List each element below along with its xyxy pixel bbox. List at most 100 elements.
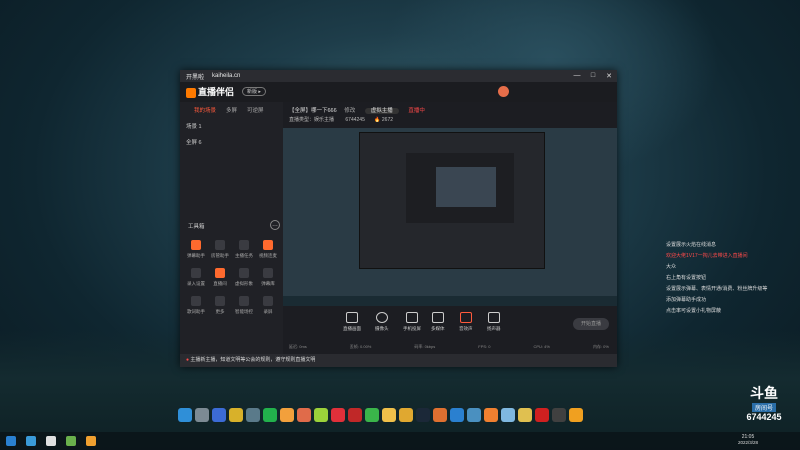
blue-icon[interactable]: [467, 408, 481, 422]
scene-title[interactable]: 场景 1: [180, 118, 283, 134]
tab-my-scenes[interactable]: 我的场景: [194, 106, 216, 114]
minimize-button[interactable]: —: [569, 72, 585, 80]
tool-virtual-avatar[interactable]: 虚拟形象: [232, 268, 256, 287]
live-preview[interactable]: [283, 128, 617, 306]
screen-icon: [346, 312, 358, 323]
edge-icon[interactable]: [212, 408, 226, 422]
red-icon[interactable]: [535, 408, 549, 422]
start-live-button[interactable]: 开始直播: [573, 318, 609, 330]
close-button[interactable]: ✕: [601, 72, 617, 80]
danmu-overlay: 设置展示火焰在线消息 欢迎大佬1V17一掏儿去带进入直播间 大众 右上角有设置按…: [666, 240, 796, 317]
scene-item[interactable]: 全屏 6: [180, 134, 283, 150]
wechat-icon[interactable]: [365, 408, 379, 422]
tool-icon[interactable]: [569, 408, 583, 422]
room-tag: 房间号: [751, 403, 776, 412]
library-icon: [263, 268, 273, 278]
tool-tasks[interactable]: 主播任务: [232, 240, 256, 259]
netease-icon[interactable]: [331, 408, 345, 422]
origin-icon[interactable]: [433, 408, 447, 422]
avatar-icon: [239, 268, 249, 278]
tool-record[interactable]: 录屏: [256, 296, 280, 315]
ctrl-media[interactable]: 多媒体: [431, 312, 445, 332]
chat-line: 设置展示火焰在线消息: [666, 242, 717, 248]
app-header: 直播伴侣 新版 ▸: [180, 82, 617, 102]
phone-icon: [406, 312, 418, 323]
taskbar-app-icon[interactable]: [86, 436, 96, 446]
tool-video-link[interactable]: 视频连麦: [256, 240, 280, 259]
notice-text: 主播新主播，知道文明等公会的规则，遵守规则直播文明: [190, 357, 316, 363]
avatar[interactable]: [498, 86, 509, 97]
play-icon[interactable]: [263, 408, 277, 422]
toolbox-title: 工具箱: [188, 224, 205, 230]
douyu-watermark: 斗鱼 房间号 6744245: [736, 383, 792, 422]
ctrl-mic[interactable]: 音效声: [459, 312, 473, 332]
title-bar: 开黑啦 kaiheila.cn — □ ✕: [180, 70, 617, 82]
ctrl-phone-cast[interactable]: 手机投屏: [403, 312, 421, 332]
chat-line: 右上角有设置按钮: [666, 275, 707, 281]
app-icon[interactable]: [246, 408, 260, 422]
edit-link[interactable]: 修改: [344, 108, 355, 114]
camera-icon: [375, 312, 388, 323]
room-number: 6744245: [746, 412, 782, 422]
g-icon[interactable]: [382, 408, 396, 422]
logo-icon: [186, 87, 196, 98]
tool-smart-control[interactable]: 智能场控: [232, 296, 256, 315]
clock[interactable]: 21:05 2022/3/28: [738, 434, 758, 446]
game-icon[interactable]: [314, 408, 328, 422]
tools-grid: 弹幕助手 房管助手 主播任务 视频连麦 录入设置 直播间 虚拟形象 弹幕库 歌词…: [184, 240, 280, 315]
tool-record-settings[interactable]: 录入设置: [184, 268, 208, 287]
tab-reverse-screen[interactable]: 可逆屏: [247, 106, 264, 114]
media-icon: [431, 312, 444, 323]
mic-icon: [459, 312, 472, 323]
version-button[interactable]: 新版 ▸: [242, 87, 266, 96]
tool-lyrics[interactable]: 歌词助手: [184, 296, 208, 315]
app-logo: 直播伴侣: [186, 85, 234, 98]
task-icon: [239, 240, 249, 250]
obs-icon[interactable]: [552, 408, 566, 422]
download-icon: [191, 268, 201, 278]
tool-danmu-library[interactable]: 弹幕库: [256, 268, 280, 287]
sidebar: 我的场景 多屏 可逆屏 场景 1 全屏 6 工具箱 … 弹幕助手 房管助手 主播…: [180, 102, 283, 367]
jl-icon[interactable]: [229, 408, 243, 422]
video-icon: [263, 240, 273, 250]
music-icon[interactable]: [348, 408, 362, 422]
preview-nested-window: [359, 132, 545, 269]
ctrl-screen[interactable]: 直播画面: [343, 312, 361, 332]
orange-icon[interactable]: [484, 408, 498, 422]
user-icon: [215, 240, 225, 250]
chat-line: 点击率可设置小礼物屏蔽: [666, 308, 722, 314]
notice-bar: ● 主播新主播，知道文明等公会的规则，遵守规则直播文明: [180, 354, 617, 367]
tool-live-room[interactable]: 直播间: [208, 268, 232, 287]
window-title: 开黑啦: [186, 74, 205, 81]
recycle-icon[interactable]: [195, 408, 209, 422]
ctrl-camera[interactable]: 摄像头: [375, 312, 389, 332]
tool-more[interactable]: 更多: [208, 296, 232, 315]
preview-nested-window-3: [436, 167, 496, 207]
maximize-button[interactable]: □: [585, 72, 601, 80]
control-bar: 直播画面 摄像头 手机投屏 多媒体 音效声 扬声器 开始直播 延迟: 0ms 丢帧…: [283, 306, 617, 354]
taskbar-app-icon[interactable]: [46, 436, 56, 446]
toolbox-more-icon[interactable]: …: [270, 220, 280, 230]
steam-icon[interactable]: [416, 408, 430, 422]
chat-app-icon[interactable]: [501, 408, 515, 422]
folder-icon[interactable]: [178, 408, 192, 422]
start-icon[interactable]: [6, 436, 16, 446]
iqiyi-icon[interactable]: [280, 408, 294, 422]
arrow-icon[interactable]: [450, 408, 464, 422]
speaker-icon: [487, 312, 500, 323]
bilibili-icon[interactable]: [297, 408, 311, 422]
ctrl-speaker[interactable]: 扬声器: [487, 312, 501, 332]
taskbar-app-icon[interactable]: [26, 436, 36, 446]
window-url: kaiheila.cn: [212, 73, 241, 79]
owl-icon[interactable]: [518, 408, 532, 422]
category-badge[interactable]: 虚拟主播: [364, 108, 399, 114]
tool-danmu[interactable]: 弹幕助手: [184, 240, 208, 259]
windows-taskbar: [0, 432, 800, 450]
douyu-logo: 斗鱼: [750, 385, 778, 401]
danmu-icon: [191, 240, 201, 250]
tab-multi-screen[interactable]: 多屏: [226, 106, 237, 114]
control-icon: [239, 296, 249, 306]
taskbar-app-icon[interactable]: [66, 436, 76, 446]
tool-room-manager[interactable]: 房管助手: [208, 240, 232, 259]
l-icon[interactable]: [399, 408, 413, 422]
